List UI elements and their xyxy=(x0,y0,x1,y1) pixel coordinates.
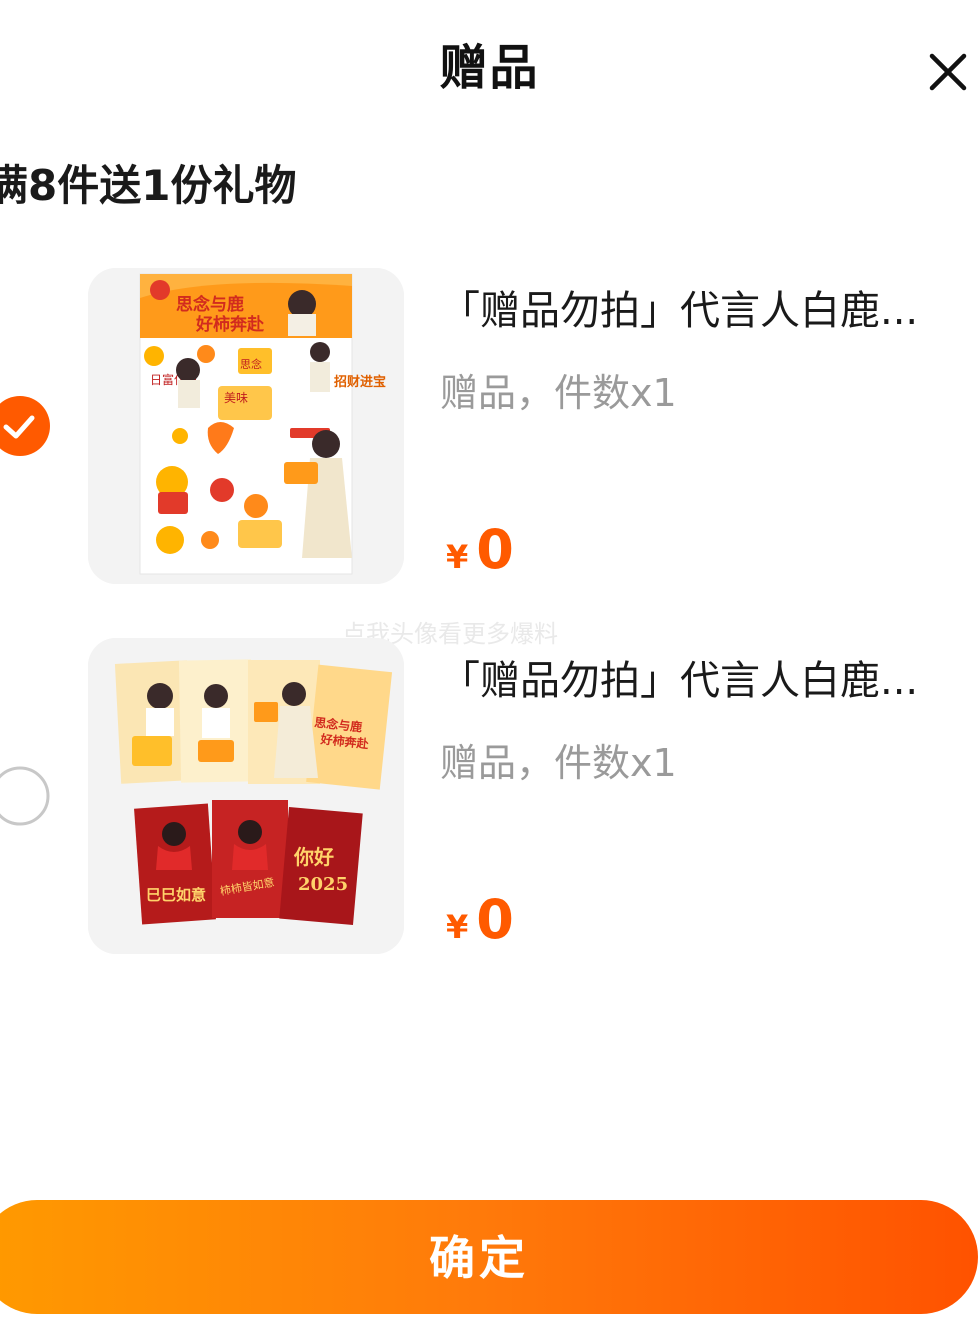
confirm-button[interactable]: 确定 xyxy=(0,1200,978,1314)
popup-title: 赠品 xyxy=(439,40,540,96)
currency-symbol: ¥ xyxy=(446,908,469,946)
sticker-subtitle-text: 好柿奔赴 xyxy=(195,314,265,335)
empty-circle-icon xyxy=(0,766,50,826)
postcard-greeting-text: 你好 xyxy=(293,845,334,869)
price-value: 0 xyxy=(476,518,514,581)
sticker-fortune-text: 招财进宝 xyxy=(334,374,386,390)
gift-price: ¥0 xyxy=(446,888,514,951)
close-button[interactable] xyxy=(922,46,974,98)
sticker-flavor-text: 美味 xyxy=(224,391,248,405)
gift-price: ¥0 xyxy=(446,518,514,581)
gift-radio-selected[interactable] xyxy=(0,394,50,458)
popup-header: 赠品 xyxy=(0,0,979,130)
gift-name: 「赠品勿拍」代言人白鹿... xyxy=(440,288,919,334)
price-value: 0 xyxy=(476,888,514,951)
currency-symbol: ¥ xyxy=(446,538,469,576)
gift-name: 「赠品勿拍」代言人白鹿... xyxy=(440,658,919,704)
checkmark-circle-icon xyxy=(0,396,50,456)
gift-meta: 赠品，件数x1 xyxy=(440,741,677,785)
gift-meta: 赠品，件数x1 xyxy=(440,371,677,415)
sticker-word-text: 思念 xyxy=(240,357,262,371)
sticker-sheet-image: 思念与鹿 好柿奔赴 思念 日富亿日 招财进宝 美味 xyxy=(88,268,404,584)
postcard-set-image: 思念与鹿 好柿奔赴 巳巳如意 柿柿皆如意 你好 2025 xyxy=(88,638,404,954)
gift-item[interactable]: 思念与鹿 好柿奔赴 巳巳如意 柿柿皆如意 你好 2025 「赠品勿拍」代言人白鹿… xyxy=(0,638,979,958)
postcard-year-text: 2025 xyxy=(298,874,348,895)
sticker-title-text: 思念与鹿 xyxy=(176,294,244,315)
gift-radio-unselected[interactable] xyxy=(0,764,50,828)
gift-item[interactable]: 思念与鹿 好柿奔赴 思念 日富亿日 招财进宝 美味 「赠品勿拍」代言人白鹿...… xyxy=(0,268,979,588)
gift-thumbnail[interactable]: 思念与鹿 好柿奔赴 巳巳如意 柿柿皆如意 你好 2025 xyxy=(88,638,404,954)
postcard-wish-text: 巳巳如意 xyxy=(146,886,206,904)
promo-rule-text: 满8件送1份礼物 xyxy=(0,161,297,210)
gift-thumbnail[interactable]: 思念与鹿 好柿奔赴 思念 日富亿日 招财进宝 美味 xyxy=(88,268,404,584)
close-icon xyxy=(929,53,967,91)
